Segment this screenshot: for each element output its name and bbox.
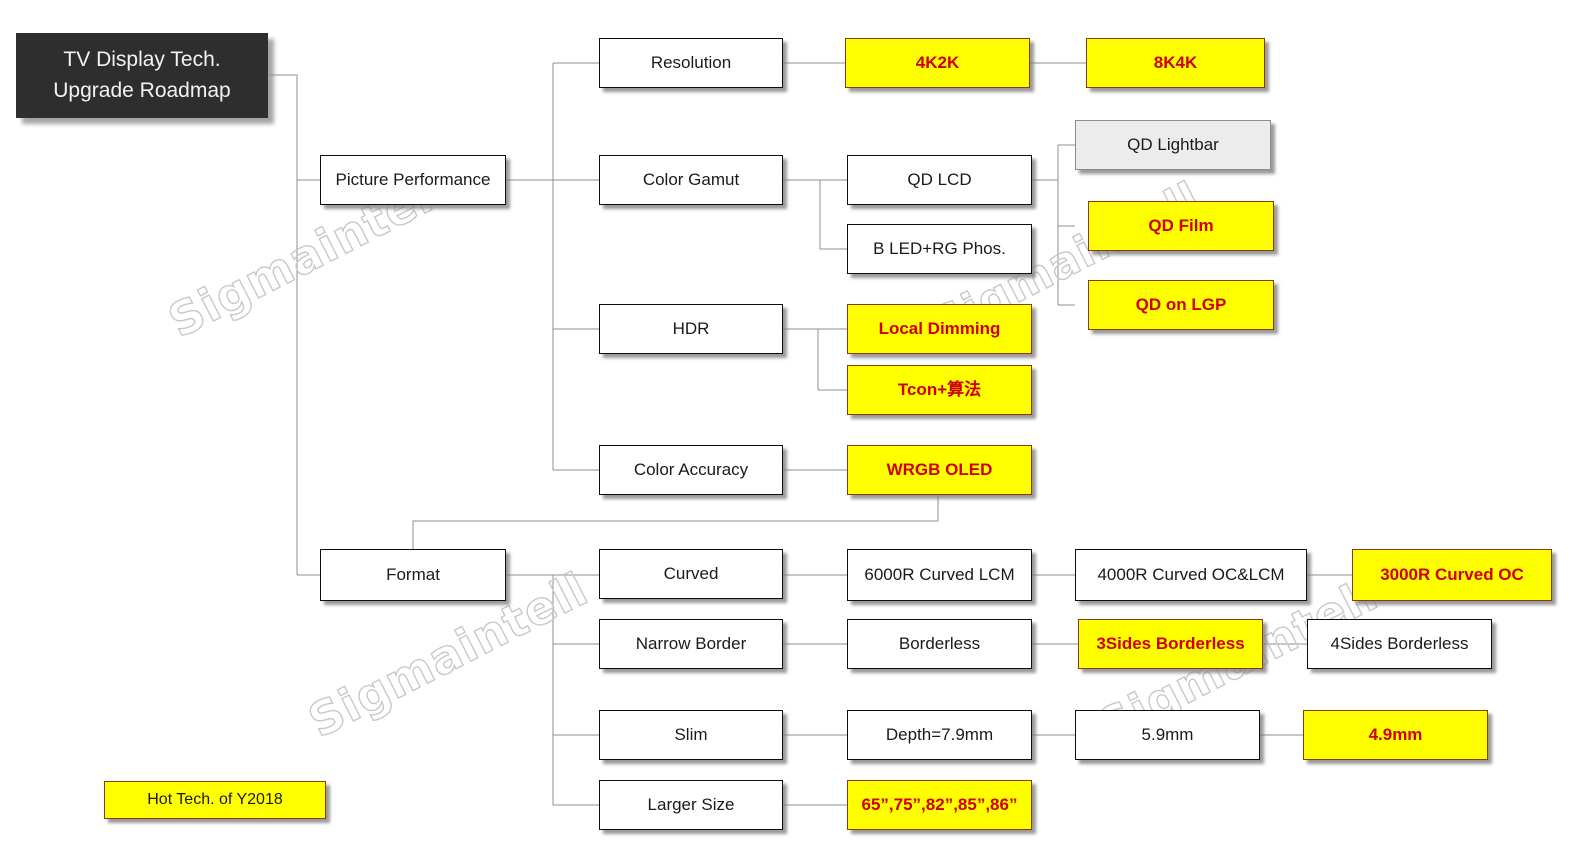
roadmap-diagram: Sigmaintell Sigmaintell Sigmaintell Sigm…: [0, 0, 1572, 858]
leaf-label: 4.9mm: [1368, 725, 1423, 745]
category-resolution[interactable]: Resolution: [599, 38, 783, 88]
leaf-4sides-borderless[interactable]: 4Sides Borderless: [1307, 619, 1492, 669]
leaf-label: 65”,75”,82”,85”,86”: [861, 795, 1018, 815]
leaf-wrgb-oled[interactable]: WRGB OLED: [847, 445, 1032, 495]
leaf-qd-lcd[interactable]: QD LCD: [847, 155, 1032, 205]
leaf-label: 4K2K: [915, 53, 960, 73]
branch-label: Picture Performance: [335, 170, 491, 190]
leaf-depth-7-9mm[interactable]: Depth=7.9mm: [847, 710, 1032, 760]
leaf-local-dimming[interactable]: Local Dimming: [847, 304, 1032, 354]
category-label: Curved: [663, 564, 719, 584]
leaf-label: 4000R Curved OC&LCM: [1097, 565, 1285, 585]
category-label: Color Gamut: [642, 170, 740, 190]
leaf-label: 3000R Curved OC: [1380, 565, 1524, 585]
branch-picture-performance[interactable]: Picture Performance: [320, 155, 506, 205]
leaf-label: QD on LGP: [1135, 295, 1227, 315]
leaf-4-9mm[interactable]: 4.9mm: [1303, 710, 1488, 760]
leaf-label: Depth=7.9mm: [885, 725, 994, 745]
leaf-label: Local Dimming: [878, 319, 1001, 339]
leaf-4000r-curved-oc-lcm[interactable]: 4000R Curved OC&LCM: [1075, 549, 1307, 601]
category-label: HDR: [672, 319, 710, 339]
leaf-label: QD Lightbar: [1127, 135, 1219, 155]
category-hdr[interactable]: HDR: [599, 304, 783, 354]
leaf-5-9mm[interactable]: 5.9mm: [1075, 710, 1260, 760]
leaf-6000r-curved-lcm[interactable]: 6000R Curved LCM: [847, 549, 1032, 601]
leaf-label: QD LCD: [907, 170, 972, 190]
leaf-b-led-rg-phos[interactable]: B LED+RG Phos.: [847, 224, 1032, 274]
diagram-title-box: TV Display Tech. Upgrade Roadmap: [16, 33, 268, 118]
leaf-label: 4Sides Borderless: [1330, 634, 1469, 654]
category-slim[interactable]: Slim: [599, 710, 783, 760]
leaf-label: 3Sides Borderless: [1096, 634, 1245, 654]
category-label: Resolution: [650, 53, 732, 73]
leaf-8k4k[interactable]: 8K4K: [1086, 38, 1265, 88]
legend-label: Hot Tech. of Y2018: [147, 791, 283, 808]
leaf-borderless[interactable]: Borderless: [847, 619, 1032, 669]
legend-hot-tech: Hot Tech. of Y2018: [104, 781, 326, 819]
leaf-4k2k[interactable]: 4K2K: [845, 38, 1030, 88]
category-label: Larger Size: [647, 795, 735, 815]
category-label: Slim: [674, 725, 708, 745]
leaf-larger-sizes[interactable]: 65”,75”,82”,85”,86”: [847, 780, 1032, 830]
category-color-gamut[interactable]: Color Gamut: [599, 155, 783, 205]
leaf-label: 5.9mm: [1141, 725, 1194, 745]
leaf-label: WRGB OLED: [886, 460, 993, 480]
category-narrow-border[interactable]: Narrow Border: [599, 619, 783, 669]
leaf-label: 6000R Curved LCM: [864, 565, 1015, 585]
leaf-3000r-curved-oc[interactable]: 3000R Curved OC: [1352, 549, 1552, 601]
leaf-label: Borderless: [898, 634, 981, 654]
leaf-qd-lightbar[interactable]: QD Lightbar: [1075, 120, 1271, 170]
category-curved[interactable]: Curved: [599, 549, 783, 599]
diagram-title-label: TV Display Tech. Upgrade Roadmap: [53, 48, 231, 102]
leaf-3sides-borderless[interactable]: 3Sides Borderless: [1078, 619, 1263, 669]
leaf-label: 8K4K: [1153, 53, 1198, 73]
leaf-qd-on-lgp[interactable]: QD on LGP: [1088, 280, 1274, 330]
leaf-label: B LED+RG Phos.: [873, 239, 1006, 259]
leaf-label: QD Film: [1148, 216, 1214, 236]
leaf-label: Tcon+算法: [897, 380, 982, 400]
branch-format[interactable]: Format: [320, 549, 506, 601]
leaf-tcon-algorithm[interactable]: Tcon+算法: [847, 365, 1032, 415]
category-label: Color Accuracy: [633, 460, 749, 480]
category-color-accuracy[interactable]: Color Accuracy: [599, 445, 783, 495]
leaf-qd-film[interactable]: QD Film: [1088, 201, 1274, 251]
category-larger-size[interactable]: Larger Size: [599, 780, 783, 830]
branch-label: Format: [386, 565, 440, 585]
category-label: Narrow Border: [635, 634, 747, 654]
